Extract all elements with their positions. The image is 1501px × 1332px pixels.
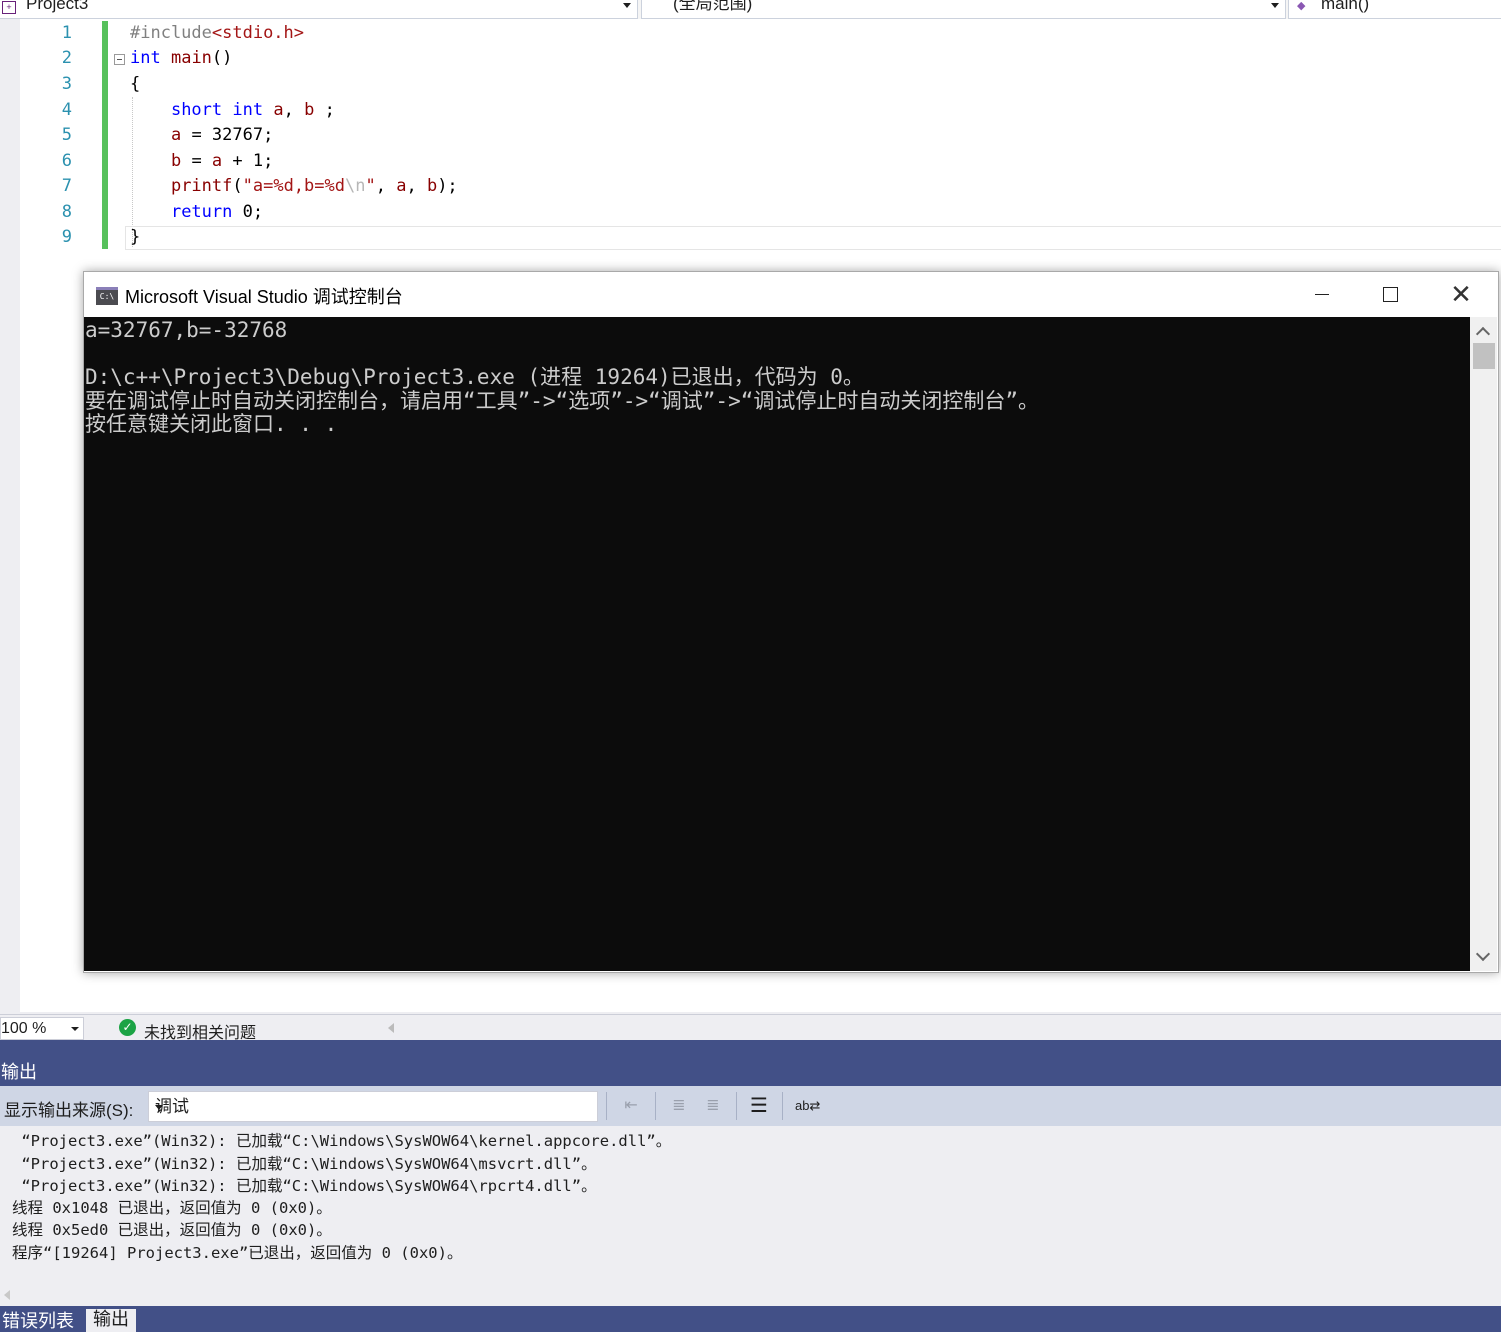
method-icon: ◆ bbox=[1297, 0, 1306, 12]
scrollbar-thumb[interactable] bbox=[1473, 343, 1495, 369]
toolbar-separator bbox=[782, 1092, 783, 1120]
scroll-up-icon[interactable] bbox=[1475, 326, 1491, 342]
scroll-left-icon[interactable] bbox=[4, 1290, 10, 1300]
member-dropdown[interactable]: ◆ main() bbox=[1288, 0, 1501, 19]
console-scrollbar[interactable] bbox=[1470, 317, 1497, 971]
toolbar-separator bbox=[606, 1092, 607, 1120]
console-line: 按任意键关闭此窗口. . . bbox=[85, 412, 338, 436]
toolbar-separator bbox=[736, 1092, 737, 1120]
toolbar-separator bbox=[655, 1092, 656, 1120]
next-message-icon[interactable]: ≣ bbox=[702, 1095, 724, 1117]
close-icon: ✕ bbox=[1450, 279, 1472, 309]
tab-output[interactable]: 输出 bbox=[86, 1309, 136, 1332]
console-line: 要在调试停止时自动关闭控制台，请启用“工具”->“选项”->“调试”->“调试停… bbox=[85, 389, 1039, 413]
zoom-value: 100 % bbox=[1, 1020, 47, 1037]
code-line: printf("a=%d,b=%d\n", a, b); bbox=[170, 176, 458, 196]
maximize-button[interactable] bbox=[1368, 278, 1414, 310]
scroll-left-icon[interactable] bbox=[388, 1023, 394, 1033]
output-line: “Project3.exe”(Win32): 已加载“C:\Windows\Sy… bbox=[12, 1177, 597, 1195]
chevron-down-icon bbox=[623, 3, 631, 8]
clear-all-icon[interactable]: ☰ bbox=[748, 1095, 770, 1117]
chevron-down-icon bbox=[71, 1027, 79, 1031]
code-line: { bbox=[130, 74, 141, 94]
output-toolbar: 显示输出来源(S): 调试 ⇤ ≣ ≣ ☰ ab⇄ bbox=[0, 1086, 1501, 1126]
minimize-button[interactable] bbox=[1299, 278, 1345, 310]
output-line: 线程 0x5ed0 已退出，返回值为 0 (0x0)。 bbox=[12, 1221, 332, 1239]
scroll-down-icon[interactable] bbox=[1475, 946, 1491, 962]
line-number: 7 bbox=[61, 176, 72, 196]
chevron-down-icon bbox=[1271, 3, 1279, 8]
output-source-label: 显示输出来源(S): bbox=[4, 1101, 134, 1120]
console-output[interactable]: a=32767,b=-32768 D:\c++\Project3\Debug\P… bbox=[84, 317, 1470, 971]
console-line: D:\c++\Project3\Debug\Project3.exe (进程 1… bbox=[85, 365, 864, 389]
previous-message-icon[interactable]: ≣ bbox=[668, 1095, 690, 1117]
code-line: return 0; bbox=[170, 202, 264, 222]
code-line: int main() bbox=[130, 48, 233, 68]
output-line: “Project3.exe”(Win32): 已加载“C:\Windows\Sy… bbox=[12, 1132, 672, 1150]
code-line: a = 32767; bbox=[170, 125, 274, 145]
tab-error-list[interactable]: 错误列表 bbox=[2, 1311, 74, 1332]
code-line: b = a + 1; bbox=[170, 151, 274, 171]
output-panel-title: 输出 bbox=[1, 1062, 37, 1082]
debug-console-window[interactable]: C:\ Microsoft Visual Studio 调试控制台 ✕ a=32… bbox=[83, 271, 1499, 973]
line-number: 1 bbox=[61, 23, 72, 43]
find-message-icon[interactable]: ⇤ bbox=[620, 1095, 642, 1117]
console-title: Microsoft Visual Studio 调试控制台 bbox=[125, 287, 403, 307]
output-line: 程序“[19264] Project3.exe”已退出，返回值为 0 (0x0)… bbox=[12, 1244, 463, 1262]
zoom-dropdown[interactable]: 100 % bbox=[0, 1017, 84, 1040]
current-line-highlight bbox=[125, 226, 1501, 250]
change-tracking-bar bbox=[102, 21, 108, 249]
line-number: 3 bbox=[61, 74, 72, 94]
console-line: a=32767,b=-32768 bbox=[85, 318, 288, 342]
line-number: 4 bbox=[61, 100, 72, 120]
editor-status-strip: 100 % ✓ 未找到相关问题 bbox=[0, 1014, 1501, 1042]
output-line: “Project3.exe”(Win32): 已加载“C:\Windows\Sy… bbox=[12, 1155, 597, 1173]
line-number: 9 bbox=[61, 227, 72, 247]
output-source-select[interactable]: 调试 bbox=[148, 1091, 598, 1122]
code-line: short int a, b ; bbox=[170, 100, 335, 120]
scope-dropdown[interactable]: (全局范围) bbox=[641, 0, 1286, 19]
collapse-toggle-icon[interactable] bbox=[114, 54, 125, 65]
navigation-bar: + Project3 (全局范围) ◆ main() bbox=[0, 0, 1501, 20]
output-line: 线程 0x1048 已退出，返回值为 0 (0x0)。 bbox=[12, 1199, 332, 1217]
bottom-tab-strip: 错误列表 输出 bbox=[0, 1306, 1501, 1332]
scope-name: (全局范围) bbox=[673, 0, 753, 13]
project-icon: + bbox=[2, 1, 16, 14]
output-text-area[interactable]: “Project3.exe”(Win32): 已加载“C:\Windows\Sy… bbox=[0, 1126, 1501, 1306]
code-line: #include<stdio.h> bbox=[130, 23, 305, 43]
line-number: 2 bbox=[61, 48, 72, 68]
close-button[interactable]: ✕ bbox=[1438, 278, 1484, 310]
output-panel-header: 输出 bbox=[0, 1040, 1501, 1086]
code-line: } bbox=[130, 227, 141, 247]
console-icon: C:\ bbox=[96, 287, 118, 305]
editor-margin bbox=[0, 19, 20, 1012]
chevron-down-icon bbox=[155, 1105, 163, 1110]
project-dropdown[interactable]: + Project3 bbox=[0, 0, 638, 19]
line-number: 8 bbox=[61, 202, 72, 222]
member-name: main() bbox=[1321, 0, 1370, 13]
check-circle-icon: ✓ bbox=[119, 1019, 136, 1036]
project-name: Project3 bbox=[26, 0, 89, 13]
word-wrap-icon[interactable]: ab⇄ bbox=[795, 1095, 820, 1117]
line-number: 5 bbox=[61, 125, 72, 145]
console-title-bar[interactable]: C:\ Microsoft Visual Studio 调试控制台 ✕ bbox=[84, 272, 1498, 317]
line-number: 6 bbox=[61, 151, 72, 171]
